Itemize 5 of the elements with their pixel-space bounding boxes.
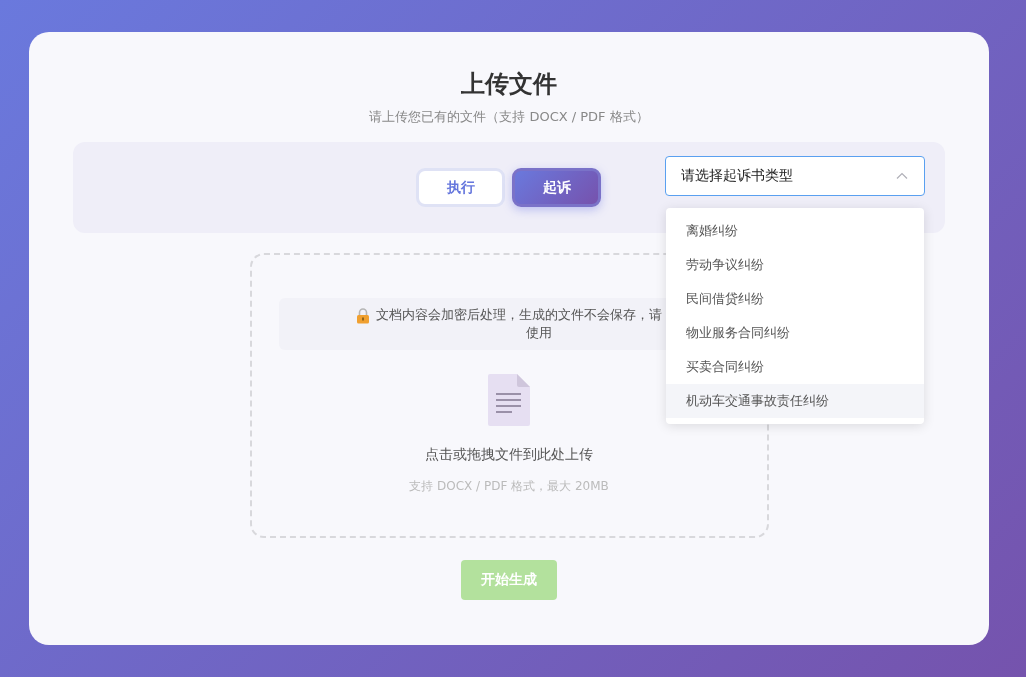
upload-prompt: 点击或拖拽文件到此处上传: [425, 446, 593, 464]
notice-text: 文档内容会加密后处理，生成的文件不会保存，请 使用: [376, 306, 662, 342]
page-subtitle: 请上传您已有的文件（支持 DOCX / PDF 格式）: [369, 108, 649, 126]
format-note: 支持 DOCX / PDF 格式，最大 20MB: [409, 478, 609, 495]
page-title: 上传文件: [461, 69, 557, 100]
